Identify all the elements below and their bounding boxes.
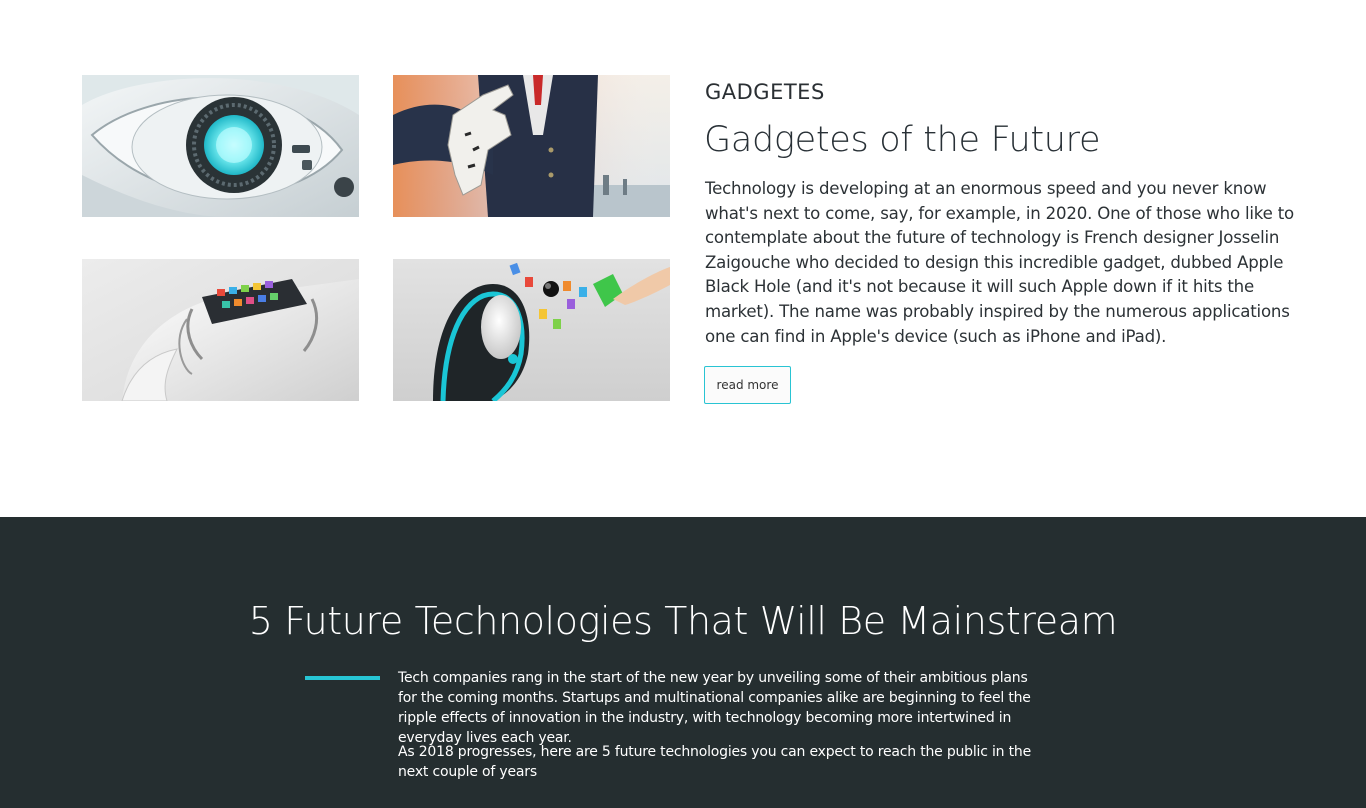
section-title: 5 Future Technologies That Will Be Mains…	[248, 599, 1118, 643]
read-more-button[interactable]: read more	[704, 366, 791, 404]
apple-black-hole-gadget-image	[393, 259, 670, 401]
gadgets-section: GADGETES Gadgetes of the Future Technolo…	[0, 0, 1366, 517]
category-label: GADGETES	[705, 80, 825, 104]
robot-eye-image	[82, 75, 359, 217]
robotic-hand-handshake-image	[393, 75, 670, 217]
accent-divider	[305, 676, 380, 680]
intro-paragraph: Tech companies rang in the start of the …	[398, 670, 1031, 746]
second-paragraph: As 2018 progresses, here are 5 future te…	[398, 744, 1031, 780]
future-technologies-section: 5 Future Technologies That Will Be Mains…	[0, 517, 1366, 808]
wrist-device-image	[82, 259, 359, 401]
article-description: Technology is developing at an enormous …	[705, 179, 1294, 346]
article-title: Gadgetes of the Future	[704, 120, 1101, 160]
